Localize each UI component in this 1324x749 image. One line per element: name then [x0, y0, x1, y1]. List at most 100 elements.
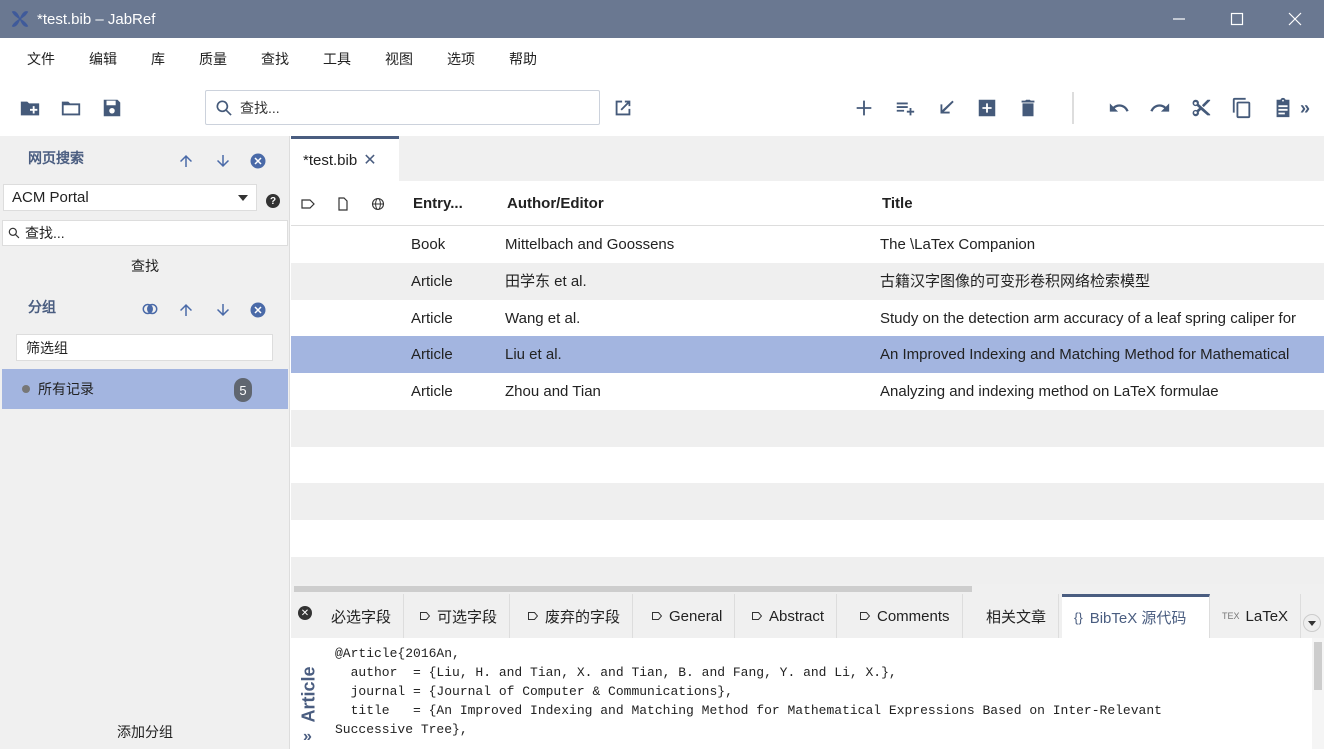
tag-column-icon[interactable] [301, 197, 315, 211]
cell-entrytype: Article [411, 383, 453, 400]
web-search-move-down-button[interactable] [213, 151, 233, 171]
tab-related-articles[interactable]: 相关文章 [974, 594, 1060, 638]
groups-move-up-button[interactable] [176, 300, 196, 320]
tab-label: 必选字段 [331, 608, 392, 626]
toolbar-overflow-chevron-icon[interactable]: » [1300, 98, 1310, 119]
close-tab-icon[interactable]: ✕ [363, 150, 376, 170]
undo-icon [1109, 103, 1129, 112]
chevron-down-icon [238, 195, 248, 201]
menu-bar: 文件 编辑 库 质量 查找 工具 视图 选项 帮助 [0, 38, 1324, 80]
search-icon [216, 100, 232, 116]
web-search-button[interactable]: 查找 [0, 256, 290, 276]
menu-tools[interactable]: 工具 [306, 49, 368, 69]
add-group-button[interactable]: 添加分组 [0, 722, 290, 742]
web-column-icon[interactable] [371, 197, 385, 211]
group-item-all-entries[interactable]: 所有记录 5 [2, 369, 288, 409]
tab-label: BibTeX 源代码 [1089, 610, 1187, 627]
import-entry-button[interactable] [934, 96, 958, 120]
source-vertical-scrollbar[interactable] [1312, 638, 1324, 749]
toolbar-separator [1072, 92, 1074, 124]
web-search-move-up-button[interactable] [176, 151, 196, 171]
search-icon [8, 227, 20, 239]
web-search-box[interactable] [2, 220, 288, 246]
plus-box-icon [978, 99, 996, 117]
bibtex-source-textarea[interactable]: @Article{2016An, author = {Liu, H. and T… [335, 644, 1310, 749]
close-editor-icon[interactable]: ✕ [298, 606, 312, 620]
column-header-entrytype[interactable]: Entry... [413, 195, 463, 212]
source-line: Successive Tree}, [335, 722, 468, 737]
table-row[interactable]: Book Mittelbach and Goossens The \LaTex … [291, 226, 1324, 263]
delete-entry-button[interactable] [1016, 96, 1040, 120]
global-search-input[interactable] [240, 99, 580, 116]
source-line: journal = {Journal of Computer & Communi… [335, 684, 733, 699]
tab-optional-fields[interactable]: 可选字段 [408, 594, 511, 638]
open-external-search-button[interactable] [611, 96, 635, 120]
undo-button[interactable] [1107, 96, 1131, 120]
web-search-input[interactable] [25, 225, 275, 241]
group-intersection-button[interactable] [140, 299, 160, 319]
menu-search[interactable]: 查找 [244, 49, 306, 69]
menu-options[interactable]: 选项 [430, 49, 492, 69]
tab-label: LaTeX [1245, 607, 1289, 625]
table-row-selected[interactable]: Article Liu et al. An Improved Indexing … [291, 336, 1324, 373]
copy-button[interactable] [1230, 96, 1254, 120]
global-search-box[interactable] [205, 90, 600, 125]
entry-table: Entry... Author/Editor Title Book Mittel… [291, 181, 1324, 584]
table-row[interactable]: Article 田学东 et al. 古籍汉字图像的可变形卷积网络检索模型 [291, 263, 1324, 300]
open-library-button[interactable] [59, 96, 83, 120]
new-entry-button[interactable] [852, 96, 876, 120]
save-button[interactable] [100, 96, 124, 120]
menu-library[interactable]: 库 [134, 49, 182, 69]
table-row[interactable]: Article Wang et al. Study on the detecti… [291, 300, 1324, 337]
fetcher-select[interactable]: ACM Portal [3, 184, 257, 211]
new-entry-from-text-button[interactable] [893, 96, 917, 120]
redo-button[interactable] [1148, 96, 1172, 120]
minimize-button[interactable] [1150, 0, 1208, 38]
cell-author: Liu et al. [505, 346, 562, 363]
menu-view[interactable]: 视图 [368, 49, 430, 69]
menu-help[interactable]: 帮助 [492, 49, 554, 69]
redo-icon [1150, 103, 1170, 112]
empty-table-row [291, 520, 1324, 557]
entry-type-label[interactable]: Article » [299, 646, 323, 746]
groups-move-down-button[interactable] [213, 300, 233, 320]
tab-general[interactable]: General [640, 594, 736, 638]
cut-button[interactable] [1189, 96, 1213, 120]
column-header-title[interactable]: Title [882, 195, 913, 212]
file-column-icon[interactable] [336, 197, 350, 211]
paste-button[interactable] [1271, 96, 1295, 120]
menu-quality[interactable]: 质量 [182, 49, 244, 69]
tab-abstract[interactable]: Abstract [740, 594, 838, 638]
tab-latex[interactable]: TEX LaTeX [1210, 594, 1302, 638]
minimize-icon [1173, 18, 1185, 20]
arrow-up-icon [180, 155, 192, 167]
group-filter-field[interactable]: 筛选组 [16, 334, 273, 361]
tab-bibtex-source[interactable]: {} BibTeX 源代码 [1062, 594, 1210, 638]
scrollbar-thumb[interactable] [1314, 642, 1322, 690]
save-icon [103, 99, 121, 117]
cell-entrytype: Article [411, 310, 453, 327]
empty-table-row [291, 410, 1324, 447]
maximize-button[interactable] [1208, 0, 1266, 38]
arrow-bottom-left-icon [940, 100, 954, 114]
title-bar: *test.bib – JabRef [0, 0, 1324, 38]
tab-required-fields[interactable]: 必选字段 [319, 594, 405, 638]
web-search-close-button[interactable] [248, 151, 268, 171]
tab-overflow-dropdown-icon[interactable] [1303, 614, 1321, 632]
help-icon[interactable]: ? [266, 194, 280, 208]
tab-deprecated-fields[interactable]: 废弃的字段 [516, 594, 634, 638]
scrollbar-thumb[interactable] [294, 586, 972, 592]
tab-comments[interactable]: Comments [848, 594, 963, 638]
new-library-button[interactable] [18, 96, 42, 120]
table-row[interactable]: Article Zhou and Tian Analyzing and inde… [291, 373, 1324, 410]
menu-edit[interactable]: 编辑 [72, 49, 134, 69]
column-header-author[interactable]: Author/Editor [507, 195, 604, 212]
table-horizontal-scrollbar[interactable] [291, 584, 1324, 594]
library-tab[interactable]: *test.bib ✕ [291, 136, 399, 181]
close-window-button[interactable] [1266, 0, 1324, 38]
groups-close-button[interactable] [248, 300, 268, 320]
tab-label: 相关文章 [986, 608, 1047, 626]
tag-icon [652, 612, 662, 620]
add-entry-button[interactable] [975, 96, 999, 120]
menu-file[interactable]: 文件 [10, 49, 72, 69]
